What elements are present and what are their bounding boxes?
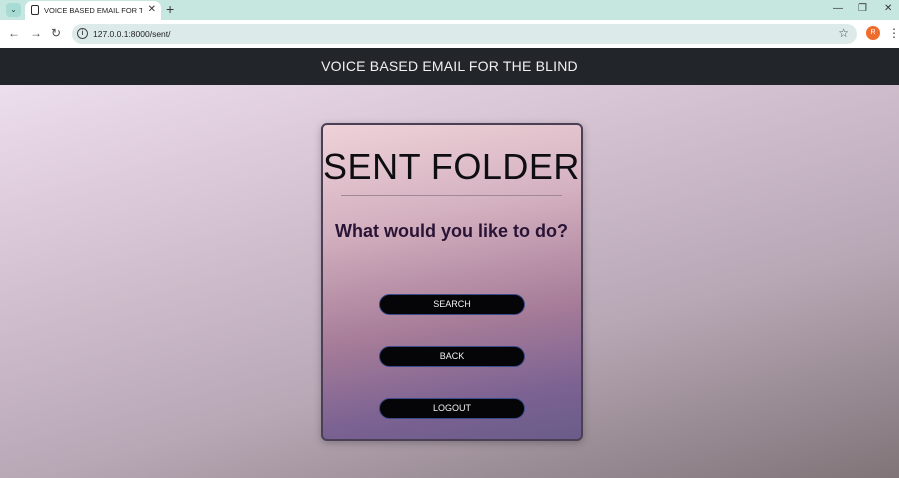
favicon-icon — [31, 5, 39, 15]
forward-icon[interactable]: → — [30, 26, 42, 40]
tab-title: VOICE BASED EMAIL FOR THE B — [44, 6, 142, 15]
logout-button[interactable]: LOGOUT — [379, 398, 525, 419]
minimize-icon[interactable]: — — [833, 2, 843, 16]
reload-icon[interactable]: ↻ — [51, 26, 61, 40]
site-navbar: VOICE BASED EMAIL FOR THE BLIND — [0, 48, 899, 85]
page-content: VOICE BASED EMAIL FOR THE BLIND SENT FOL… — [0, 48, 899, 478]
search-button[interactable]: SEARCH — [379, 294, 525, 315]
browser-tab[interactable]: VOICE BASED EMAIL FOR THE B ✕ — [25, 1, 161, 20]
prompt-question: What would you like to do? — [335, 221, 568, 241]
new-tab-button[interactable]: + — [166, 1, 174, 18]
site-title: VOICE BASED EMAIL FOR THE BLIND — [321, 58, 578, 74]
browser-toolbar: ← → ↻ i 127.0.0.1:8000/sent/ ☆ R ⋮ — [0, 20, 899, 48]
page-title: SENT FOLDER — [323, 146, 580, 187]
url-text[interactable]: 127.0.0.1:8000/sent/ — [93, 28, 171, 40]
info-icon[interactable]: i — [77, 28, 88, 39]
back-button[interactable]: BACK — [379, 346, 525, 367]
sent-folder-card: SENT FOLDER What would you like to do? S… — [321, 123, 583, 441]
star-icon[interactable]: ☆ — [838, 26, 849, 40]
address-bar[interactable]: i 127.0.0.1:8000/sent/ ☆ — [72, 24, 857, 44]
avatar[interactable]: R — [866, 26, 880, 40]
back-icon[interactable]: ← — [8, 26, 20, 40]
restore-icon[interactable]: ❐ — [858, 2, 867, 16]
tab-search-icon[interactable]: ⌄ — [6, 3, 21, 17]
browser-tab-strip: ⌄ VOICE BASED EMAIL FOR THE B ✕ + — ❐ ✕ — [0, 0, 899, 20]
menu-icon[interactable]: ⋮ — [888, 25, 899, 41]
divider — [341, 195, 562, 196]
close-window-icon[interactable]: ✕ — [884, 2, 892, 16]
tab-close-icon[interactable]: ✕ — [148, 4, 156, 16]
